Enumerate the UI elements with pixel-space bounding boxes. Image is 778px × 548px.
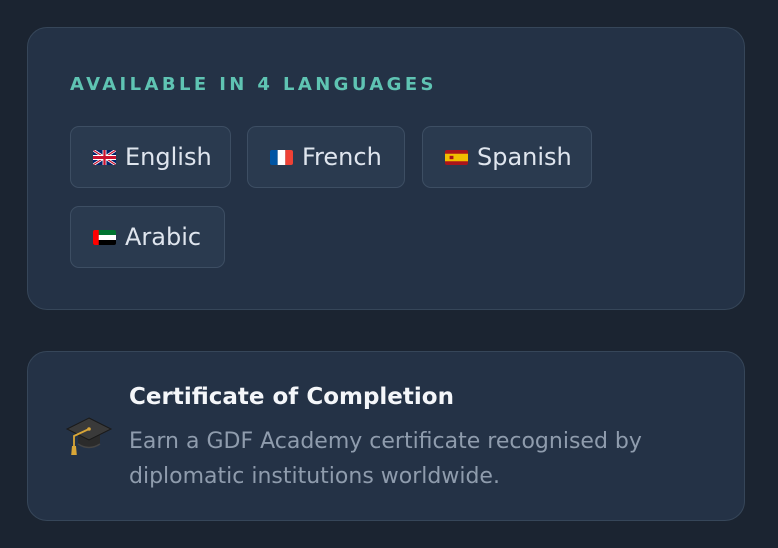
language-label-spanish: Spanish: [477, 143, 572, 171]
graduation-cap-icon: [64, 410, 114, 460]
languages-heading: AVAILABLE IN 4 LANGUAGES: [70, 74, 437, 95]
certificate-title: Certificate of Completion: [129, 384, 454, 410]
language-label-french: French: [302, 143, 382, 171]
france-flag-icon: [270, 149, 293, 165]
spain-flag-icon: [445, 149, 468, 165]
uae-flag-icon: [93, 229, 116, 245]
uk-flag-icon: [93, 149, 116, 165]
language-chip-spanish[interactable]: Spanish: [422, 126, 592, 188]
language-label-arabic: Arabic: [125, 223, 202, 251]
languages-card: AVAILABLE IN 4 LANGUAGES English French: [27, 27, 745, 310]
language-chip-french[interactable]: French: [247, 126, 405, 188]
certificate-description: Earn a GDF Academy certificate recognise…: [129, 429, 642, 489]
certificate-card: Certificate of Completion Earn a GDF Aca…: [27, 351, 745, 521]
language-chip-arabic[interactable]: Arabic: [70, 206, 225, 268]
language-chip-english[interactable]: English: [70, 126, 231, 188]
language-label-english: English: [125, 143, 212, 171]
